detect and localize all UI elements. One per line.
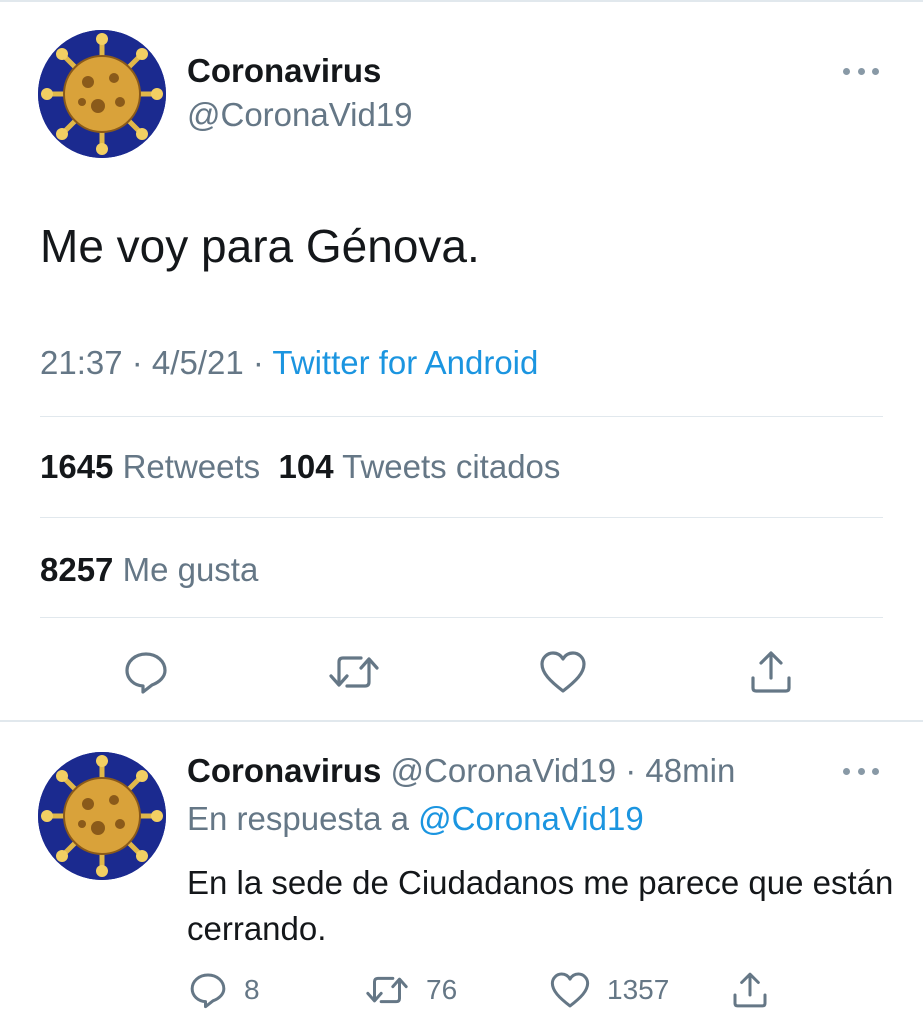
reply-icon: [125, 652, 167, 694]
retweet-icon: [366, 976, 408, 1004]
share-icon: [733, 972, 767, 1008]
retweet-icon: [329, 656, 379, 688]
share-button[interactable]: [744, 645, 798, 699]
tweet-date: 4/5/21: [151, 344, 244, 381]
like-icon: [550, 972, 590, 1008]
tweet-separator: [0, 720, 923, 722]
reply-icon: [190, 973, 226, 1009]
reply-retweet-button[interactable]: 76: [364, 968, 457, 1012]
likes-label: Me gusta: [122, 551, 259, 588]
tweet-text: Me voy para Génova.: [40, 220, 480, 272]
main-avatar[interactable]: [38, 30, 166, 158]
more-dots-icon[interactable]: [843, 764, 879, 778]
divider: [40, 517, 883, 518]
tweet-time: 21:37: [40, 344, 123, 381]
reply-author-name[interactable]: Coronavirus: [187, 752, 381, 789]
more-dots-icon[interactable]: [843, 64, 879, 78]
reply-share-button[interactable]: [730, 968, 770, 1012]
tweet-source-link[interactable]: Twitter for Android: [272, 344, 538, 381]
meta-separator: ·: [122, 344, 152, 381]
quotes-label: Tweets citados: [342, 448, 561, 485]
reply-avatar[interactable]: [38, 752, 166, 880]
reply-separator: ·: [616, 752, 646, 789]
divider: [40, 416, 883, 417]
likes-count: 8257: [40, 551, 114, 588]
quotes-count: 104: [278, 448, 334, 485]
reply-to-label: En respuesta a: [187, 800, 409, 837]
like-icon: [540, 651, 586, 693]
tweet-meta: 21:37 · 4/5/21 · Twitter for Android: [40, 344, 538, 382]
main-author-handle[interactable]: @CoronaVid19: [187, 96, 413, 134]
top-divider: [0, 0, 923, 2]
reply-to-mention[interactable]: @CoronaVid19: [418, 800, 644, 837]
like-count: 1357: [607, 974, 670, 1005]
meta-separator: ·: [243, 344, 273, 381]
reply-time: 48min: [645, 752, 736, 789]
retweets-count: 1645: [40, 448, 114, 485]
reply-header: Coronavirus @CoronaVid19 · 48min: [187, 752, 735, 790]
coronavirus-avatar-icon: [38, 752, 166, 880]
reply-text: En la sede de Ciudadanos me parece que e…: [187, 864, 894, 947]
divider: [40, 617, 883, 618]
reply-button[interactable]: [119, 645, 173, 699]
reply-like-button[interactable]: 1357: [549, 968, 669, 1012]
reply-count: 8: [244, 974, 260, 1005]
retweet-stats[interactable]: 1645 Retweets 104 Tweets citados: [40, 448, 560, 486]
likes-stats[interactable]: 8257 Me gusta: [40, 551, 258, 589]
retweets-label: Retweets: [122, 448, 261, 485]
retweet-button[interactable]: [327, 645, 381, 699]
reply-reply-button[interactable]: 8: [188, 968, 260, 1012]
main-author-name[interactable]: Coronavirus: [187, 52, 381, 90]
share-icon: [751, 651, 791, 693]
reply-author-handle[interactable]: @CoronaVid19: [391, 752, 617, 789]
reply-to-line: En respuesta a @CoronaVid19: [187, 800, 644, 838]
coronavirus-avatar-icon: [38, 30, 166, 158]
like-button[interactable]: [536, 645, 590, 699]
retweet-count: 76: [426, 974, 458, 1005]
